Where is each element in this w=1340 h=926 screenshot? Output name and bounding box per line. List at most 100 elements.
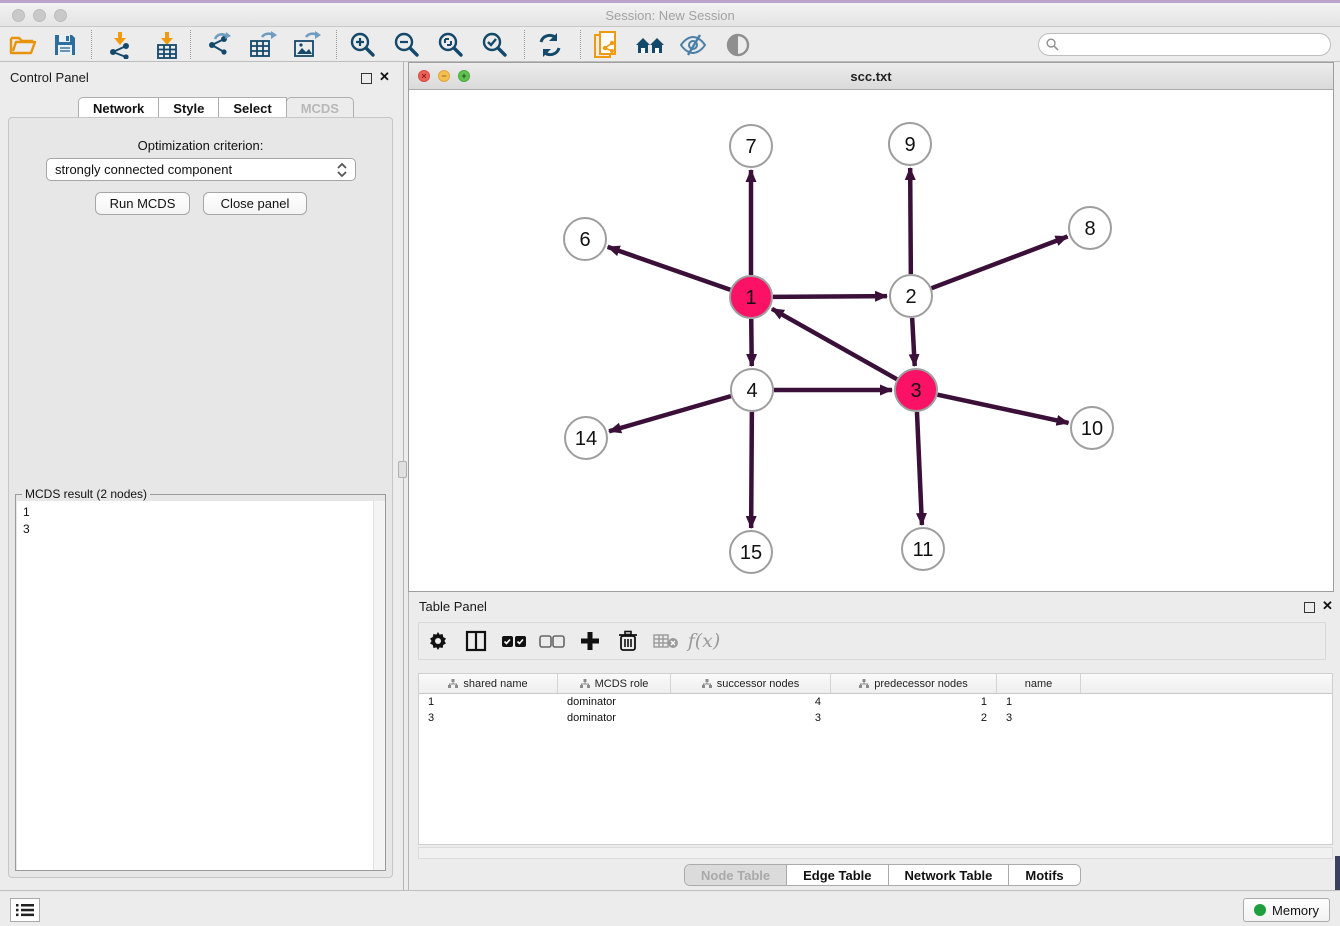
cell-predecessor-nodes: 2	[831, 710, 997, 726]
network-canvas[interactable]: 7 9 6 8 1 2 4 3 14 10 15 11	[409, 90, 1333, 591]
memory-label: Memory	[1272, 903, 1319, 918]
refresh-button[interactable]	[535, 30, 565, 60]
toolbar-separator	[91, 30, 92, 59]
graph-edge-3-10[interactable]	[938, 395, 1069, 423]
export-network-button[interactable]	[204, 30, 234, 60]
clone-network-button[interactable]	[591, 30, 621, 60]
graph-edge-3-1[interactable]	[772, 309, 897, 379]
table-row[interactable]: 1 dominator 4 1 1	[419, 694, 1332, 710]
column-header-name[interactable]: name	[997, 674, 1081, 693]
tab-edge-table[interactable]: Edge Table	[787, 865, 888, 885]
graph-edge-1-4[interactable]	[751, 319, 752, 366]
graph-node-6[interactable]: 6	[564, 218, 606, 260]
import-table-button[interactable]	[152, 30, 182, 60]
optimization-criterion-label: Optimization criterion:	[9, 138, 392, 153]
tab-mcds[interactable]: MCDS	[286, 97, 354, 118]
graph-node-9[interactable]: 9	[889, 123, 931, 165]
tab-style[interactable]: Style	[158, 97, 219, 118]
export-table-icon	[248, 31, 278, 59]
zoom-fit-button[interactable]	[436, 30, 466, 60]
column-label: MCDS role	[595, 678, 649, 690]
column-header-shared-name[interactable]: shared name	[419, 674, 558, 693]
task-history-button[interactable]	[10, 898, 40, 922]
graph-node-10[interactable]: 10	[1071, 407, 1113, 449]
zoom-out-button[interactable]	[392, 30, 422, 60]
export-image-button[interactable]	[292, 30, 322, 60]
float-panel-icon[interactable]	[361, 73, 372, 84]
import-network-button[interactable]	[105, 30, 135, 60]
mcds-result-textarea[interactable]: 1 3	[17, 501, 385, 870]
network-window-titlebar[interactable]: × − + scc.txt	[409, 63, 1333, 90]
open-folder-icon	[9, 33, 37, 57]
float-table-panel-icon[interactable]	[1304, 602, 1315, 613]
hide-selected-button[interactable]	[678, 30, 708, 60]
graph-node-2[interactable]: 2	[890, 275, 932, 317]
graph-node-11[interactable]: 11	[902, 528, 944, 570]
run-mcds-button[interactable]: Run MCDS	[95, 192, 190, 215]
graph-node-7[interactable]: 7	[730, 125, 772, 167]
graph-edge-1-2[interactable]	[773, 296, 887, 297]
delete-column-button[interactable]	[609, 626, 647, 656]
table-row[interactable]: 3 dominator 3 2 3	[419, 710, 1332, 726]
table-horizontal-scrollbar[interactable]	[418, 847, 1333, 859]
result-scrollbar[interactable]	[373, 501, 385, 870]
tab-network[interactable]: Network	[78, 97, 159, 118]
column-header-successor-nodes[interactable]: successor nodes	[671, 674, 831, 693]
session-title: Session: New Session	[0, 8, 1340, 23]
graph-node-15[interactable]: 15	[730, 531, 772, 573]
column-header-mcds-role[interactable]: MCDS role	[558, 674, 671, 693]
close-table-panel-icon[interactable]: ✕	[1322, 598, 1333, 614]
graph-edge-2-8[interactable]	[932, 237, 1068, 289]
memory-button[interactable]: Memory	[1243, 898, 1330, 922]
clone-network-icon	[593, 30, 619, 60]
import-network-icon	[106, 31, 134, 59]
vertical-splitter-grip[interactable]	[398, 461, 407, 478]
graph-edge-2-3[interactable]	[912, 318, 915, 366]
svg-text:15: 15	[740, 542, 762, 564]
graph-node-4[interactable]: 4	[731, 369, 773, 411]
open-session-button[interactable]	[8, 30, 38, 60]
export-table-button[interactable]	[248, 30, 278, 60]
graph-edge-2-9[interactable]	[910, 168, 911, 274]
graph-edge-3-11[interactable]	[917, 412, 922, 525]
close-panel-icon[interactable]: ✕	[379, 69, 390, 85]
add-column-button[interactable]	[571, 626, 609, 656]
network-graph[interactable]: 7 9 6 8 1 2 4 3 14 10 15 11	[409, 90, 1333, 591]
graph-node-8[interactable]: 8	[1069, 207, 1111, 249]
table-settings-button[interactable]	[419, 626, 457, 656]
graph-edge-1-6[interactable]	[608, 247, 731, 290]
deselect-all-button[interactable]	[533, 626, 571, 656]
tab-select[interactable]: Select	[218, 97, 286, 118]
delete-table-button[interactable]	[647, 626, 685, 656]
save-session-button[interactable]	[50, 30, 80, 60]
show-columns-button[interactable]	[457, 626, 495, 656]
select-all-button[interactable]	[495, 626, 533, 656]
zoom-selected-button[interactable]	[480, 30, 510, 60]
function-builder-button[interactable]: f(x)	[685, 626, 723, 656]
graph-edge-4-15[interactable]	[751, 412, 752, 528]
column-type-icon	[580, 679, 590, 689]
column-header-predecessor-nodes[interactable]: predecessor nodes	[831, 674, 997, 693]
tab-motifs[interactable]: Motifs	[1009, 865, 1079, 885]
zoom-in-button[interactable]	[348, 30, 378, 60]
close-panel-button[interactable]: Close panel	[203, 192, 307, 215]
column-label: successor nodes	[717, 678, 800, 690]
tab-network-table[interactable]: Network Table	[889, 865, 1010, 885]
search-input[interactable]	[1063, 38, 1330, 52]
graph-edge-4-14[interactable]	[609, 396, 731, 431]
table-type-tabs: Node Table Edge Table Network Table Moti…	[684, 864, 1081, 886]
toolbar-separator	[524, 30, 525, 59]
optimization-criterion-select[interactable]: strongly connected component	[46, 158, 356, 181]
cell-successor-nodes: 3	[671, 710, 831, 726]
export-image-icon	[292, 31, 322, 59]
graph-node-1[interactable]: 1	[730, 276, 772, 318]
graph-node-3[interactable]: 3	[895, 369, 937, 411]
home-view-button[interactable]	[635, 30, 665, 60]
show-all-button[interactable]	[723, 30, 753, 60]
search-field[interactable]	[1038, 33, 1331, 56]
graph-node-14[interactable]: 14	[565, 417, 607, 459]
svg-text:10: 10	[1081, 418, 1103, 440]
gear-icon	[428, 631, 448, 651]
checked-boxes-icon	[501, 635, 527, 648]
tab-node-table[interactable]: Node Table	[685, 865, 787, 885]
